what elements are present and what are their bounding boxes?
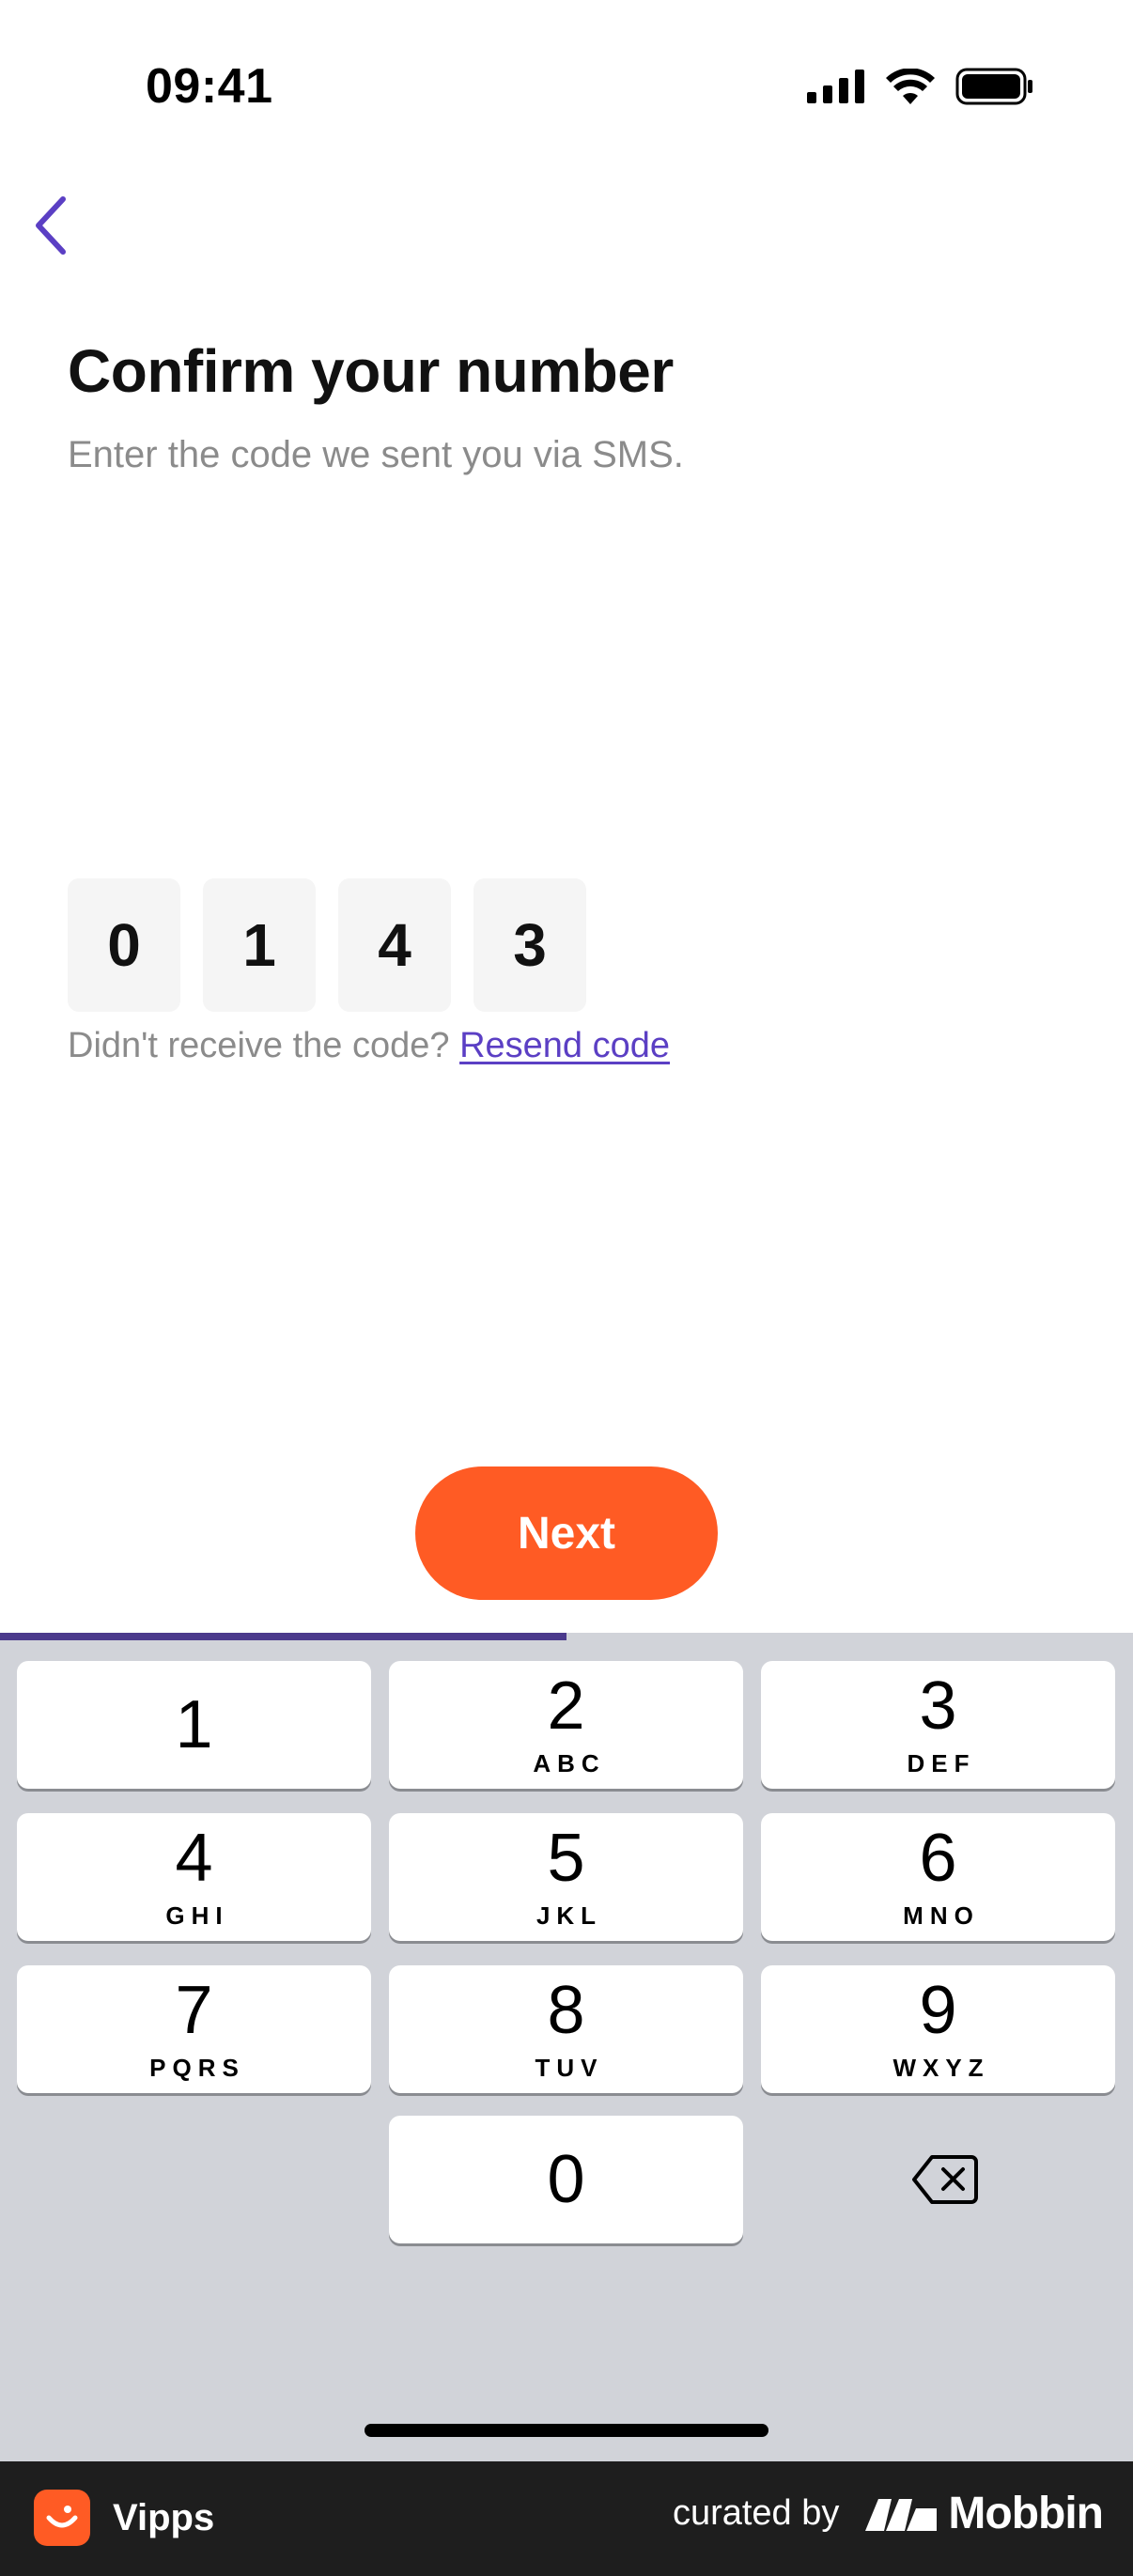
key-letters: WXYZ [892,2053,990,2082]
key-letters: PQRS [149,2053,245,2082]
key-letters: TUV [535,2053,604,2082]
key-digit: 6 [919,1820,957,1896]
code-digit-box[interactable]: 4 [338,878,451,1012]
key-digit: 1 [175,1687,213,1762]
key-9[interactable]: 9 WXYZ [761,1965,1115,2093]
chevron-left-icon [36,196,66,255]
key-digit: 5 [547,1820,585,1896]
key-2[interactable]: 2 ABC [389,1661,743,1789]
footer-credit: curated by Mobbin [672,2488,1104,2539]
cellular-signal-icon [807,70,864,103]
footer-app: Vipps [34,2490,214,2546]
status-icons [807,68,1034,105]
key-3[interactable]: 3 DEF [761,1661,1115,1789]
key-digit: 2 [547,1668,585,1744]
key-digit: 3 [919,1668,957,1744]
key-letters: MNO [903,1901,980,1930]
code-digit-box[interactable]: 3 [473,878,586,1012]
code-input[interactable]: 0 1 4 3 [68,878,586,1012]
curated-by-label: curated by [672,2493,840,2533]
home-indicator [365,2424,768,2437]
key-1[interactable]: 1 [17,1661,371,1789]
code-digit-box[interactable]: 0 [68,878,180,1012]
key-digit: 4 [175,1820,213,1896]
key-6[interactable]: 6 MNO [761,1813,1115,1941]
progress-fill [0,1633,566,1640]
key-7[interactable]: 7 PQRS [17,1965,371,2093]
key-digit: 0 [547,2142,585,2217]
status-bar: 09:41 [0,0,1133,178]
resend-row: Didn't receive the code? Resend code [68,1026,670,1066]
next-button[interactable]: Next [415,1466,718,1600]
key-digit: 8 [547,1972,585,2048]
key-letters: GHI [165,1901,229,1930]
key-0[interactable]: 0 [389,2116,743,2243]
mobbin-brand-name: Mobbin [948,2489,1104,2538]
vipps-app-icon [34,2490,90,2546]
backspace-icon [912,2155,978,2204]
key-digit: 7 [175,1972,213,2048]
key-letters: ABC [533,1748,606,1777]
resend-code-link[interactable]: Resend code [459,1026,670,1065]
delete-key[interactable] [851,2116,1039,2243]
footer-bar: Vipps curated by Mobbin [0,2461,1133,2576]
key-letters: JKL [535,1901,603,1930]
battery-icon [955,68,1032,105]
footer-app-name: Vipps [113,2496,215,2538]
key-letters: DEF [907,1748,976,1777]
key-8[interactable]: 8 TUV [389,1965,743,2093]
progress-bar [0,1633,1133,1640]
mobbin-logo-icon [865,2498,938,2531]
key-5[interactable]: 5 JKL [389,1813,743,1941]
numeric-keypad: 1 2 ABC 3 DEF 4 GHI 5 JKL 6 MNO 7 PQRS 8… [0,1640,1133,2461]
mobbin-brand: Mobbin [863,2488,1104,2539]
code-digit-box[interactable]: 1 [203,878,316,1012]
page-subtitle: Enter the code we sent you via SMS. [68,434,684,475]
page-title: Confirm your number [68,337,674,405]
back-button[interactable] [17,188,83,263]
key-digit: 9 [919,1972,957,2048]
status-time: 09:41 [146,59,273,114]
wifi-icon [886,69,935,104]
resend-prompt: Didn't receive the code? [68,1026,450,1065]
key-4[interactable]: 4 GHI [17,1813,371,1941]
